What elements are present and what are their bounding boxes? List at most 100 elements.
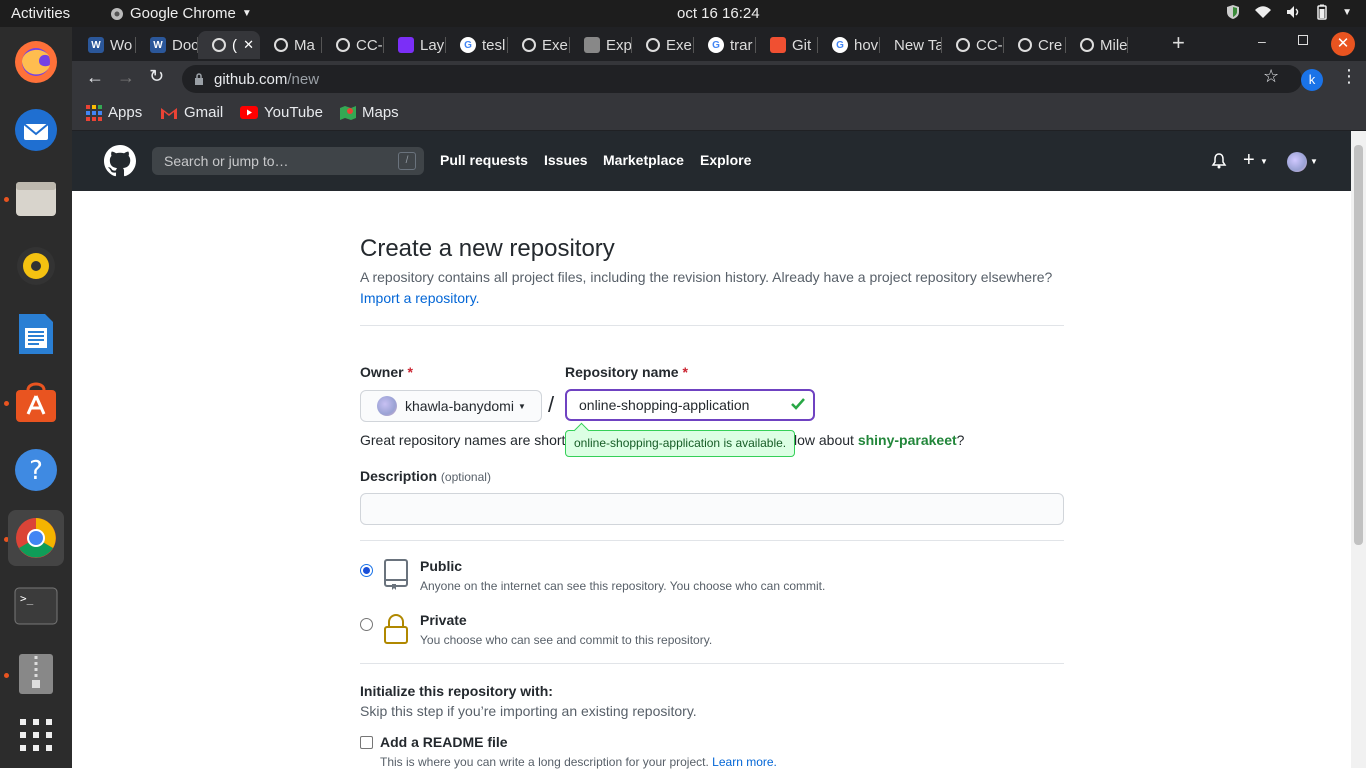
- tab-13[interactable]: New Ta: [880, 31, 942, 59]
- activities-button[interactable]: Activities: [11, 5, 70, 22]
- wifi-icon[interactable]: [1254, 5, 1272, 19]
- private-radio[interactable]: [360, 618, 373, 631]
- back-arrow-icon[interactable]: ←: [86, 67, 104, 88]
- tab-4[interactable]: CC-: [322, 31, 384, 59]
- chevron-down-icon[interactable]: ▼: [1310, 157, 1318, 166]
- name-suggestion-link[interactable]: shiny-parakeet: [858, 432, 957, 448]
- tab-label: Doc: [172, 36, 198, 54]
- divider: [360, 663, 1064, 664]
- tab-2[interactable]: (✕: [198, 31, 260, 59]
- nav-explore[interactable]: Explore: [700, 152, 751, 168]
- tab-0[interactable]: W Wo: [74, 31, 136, 59]
- battery-icon[interactable]: [1316, 4, 1328, 20]
- bookmark-apps[interactable]: Apps: [86, 104, 142, 121]
- nav-issues[interactable]: Issues: [544, 152, 588, 168]
- os-top-bar: Activities Google Chrome ▼ oct 16 16:24 …: [0, 0, 1366, 27]
- new-tab-button[interactable]: +: [1172, 30, 1185, 56]
- page-scrollbar[interactable]: [1351, 131, 1366, 768]
- tab-10[interactable]: Gtrar: [694, 31, 756, 59]
- tab-11[interactable]: Git: [756, 31, 818, 59]
- bell-icon[interactable]: [1211, 153, 1227, 169]
- dock-writer[interactable]: [8, 306, 64, 362]
- description-input[interactable]: [360, 493, 1064, 525]
- dock-show-apps[interactable]: [8, 707, 64, 763]
- github-logo-icon[interactable]: [104, 145, 136, 177]
- tab-9[interactable]: Exe: [632, 31, 694, 59]
- minimize-button[interactable]: –: [1258, 33, 1266, 49]
- readme-checkbox[interactable]: [360, 736, 373, 749]
- hint-question-mark: ?: [956, 432, 965, 448]
- tab-14[interactable]: CC-: [942, 31, 1004, 59]
- dock-firefox[interactable]: [8, 34, 64, 90]
- nav-pull-requests[interactable]: Pull requests: [440, 152, 528, 168]
- forward-arrow-icon[interactable]: →: [117, 67, 135, 88]
- tab-15[interactable]: Cre: [1004, 31, 1066, 59]
- tab-6[interactable]: Gtesl: [446, 31, 508, 59]
- close-tab-icon[interactable]: ✕: [243, 37, 254, 53]
- shield-icon[interactable]: [1226, 4, 1240, 20]
- bookmark-gmail[interactable]: Gmail: [160, 104, 223, 121]
- files-icon: [16, 182, 56, 216]
- dock-thunderbird[interactable]: [8, 102, 64, 158]
- tab-16[interactable]: Mile: [1066, 31, 1128, 59]
- youtube-icon: [240, 106, 258, 119]
- readme-label[interactable]: Add a README file: [380, 734, 508, 750]
- owner-label: Owner *: [360, 364, 413, 380]
- learn-more-link[interactable]: Learn more.: [712, 755, 777, 769]
- github-search-input[interactable]: Search or jump to… /: [152, 147, 424, 175]
- archive-icon: [19, 654, 53, 694]
- chevron-down-icon: ▼: [517, 401, 526, 411]
- star-icon[interactable]: ☆: [1263, 66, 1279, 87]
- terminal-icon: >_: [14, 587, 58, 625]
- close-window-button[interactable]: ✕: [1331, 32, 1355, 56]
- reload-icon[interactable]: ↻: [149, 66, 164, 87]
- import-repository-link[interactable]: Import a repository.: [360, 290, 480, 306]
- gear-icon: [584, 37, 600, 53]
- clock[interactable]: oct 16 16:24: [677, 5, 760, 22]
- dock-terminal[interactable]: >_: [8, 578, 64, 634]
- power-menu-chevron-icon[interactable]: ▼: [1342, 7, 1352, 18]
- create-new-plus-icon[interactable]: +: [1243, 149, 1255, 172]
- dock-archive[interactable]: [8, 646, 64, 702]
- maximize-button[interactable]: [1298, 35, 1308, 45]
- dock-files[interactable]: [8, 170, 64, 226]
- user-avatar[interactable]: [1287, 152, 1307, 172]
- volume-icon[interactable]: [1286, 5, 1302, 19]
- owner-select[interactable]: khawla-banydomi ▼: [360, 390, 542, 422]
- tab-label: Cre: [1038, 36, 1063, 54]
- github-icon: [646, 38, 660, 52]
- system-tray[interactable]: ▼: [1226, 4, 1352, 20]
- dock-rhythmbox[interactable]: [8, 238, 64, 294]
- address-bar[interactable]: github.com/new: [182, 65, 1302, 93]
- profile-avatar[interactable]: k: [1301, 69, 1323, 91]
- url-path: /new: [287, 70, 320, 88]
- github-icon: [1018, 38, 1032, 52]
- dock: ? >_: [0, 27, 72, 768]
- tab-5[interactable]: Lay: [384, 31, 446, 59]
- dock-software[interactable]: [8, 374, 64, 430]
- readme-description: This is where you can write a long descr…: [380, 755, 777, 769]
- repository-name-input[interactable]: [565, 389, 815, 421]
- tab-1[interactable]: W Doc: [136, 31, 198, 59]
- rhythmbox-icon: [17, 247, 55, 285]
- chrome-small-icon: [111, 7, 123, 20]
- nav-marketplace[interactable]: Marketplace: [603, 152, 684, 168]
- app-menu[interactable]: Google Chrome ▼: [110, 5, 252, 22]
- bookmark-maps[interactable]: Maps: [340, 104, 399, 121]
- word-icon: W: [88, 37, 104, 53]
- tab-12[interactable]: Ghov: [818, 31, 880, 59]
- public-radio[interactable]: [360, 564, 373, 577]
- tab-label: Exp: [606, 36, 632, 54]
- owner-label-text: Owner: [360, 364, 404, 380]
- bookmark-youtube[interactable]: YouTube: [240, 104, 323, 121]
- tab-label: Lay: [420, 36, 445, 54]
- tab-label: Ma: [294, 36, 315, 54]
- dock-chrome[interactable]: [8, 510, 64, 566]
- tab-8[interactable]: Exp: [570, 31, 632, 59]
- tab-label: CC-: [356, 36, 383, 54]
- tab-7[interactable]: Exe: [508, 31, 570, 59]
- chevron-down-icon[interactable]: ▼: [1260, 157, 1268, 166]
- tab-3[interactable]: Ma: [260, 31, 322, 59]
- dock-help[interactable]: ?: [8, 442, 64, 498]
- more-menu-icon[interactable]: ⋮: [1340, 66, 1358, 87]
